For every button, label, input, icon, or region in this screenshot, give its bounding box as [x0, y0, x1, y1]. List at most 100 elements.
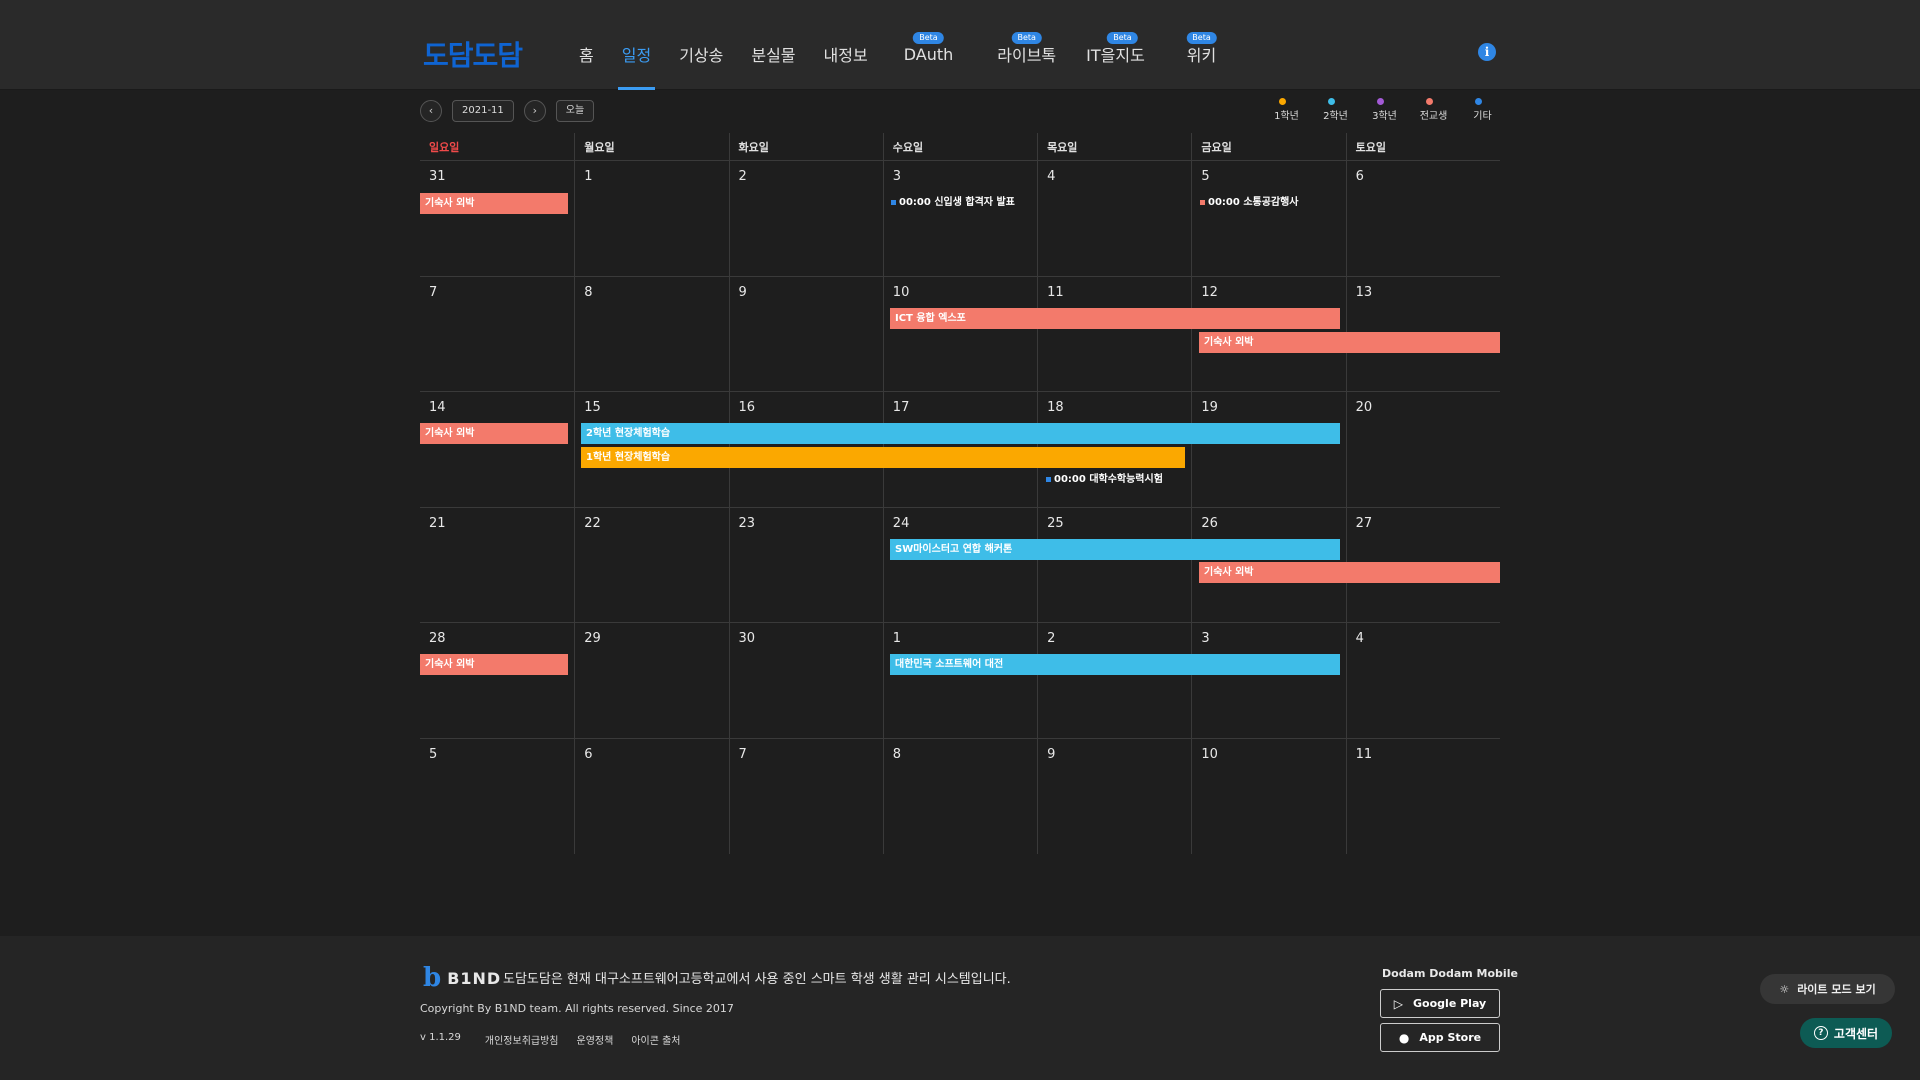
- light-mode-button[interactable]: ☼ 라이트 모드 보기: [1760, 974, 1895, 1004]
- event-item[interactable]: 00:00 소통공감행사: [1200, 196, 1299, 210]
- legend: 1학년 2학년 3학년 전교생 기타: [1262, 98, 1507, 122]
- event-bar[interactable]: SW마이스터고 연합 해커톤: [890, 538, 1340, 560]
- event-bar[interactable]: ICT 융합 엑스포: [890, 307, 1340, 329]
- nav-my-info[interactable]: 내정보: [810, 0, 882, 90]
- legend-dot: [1426, 98, 1433, 105]
- nav-live-talk[interactable]: Beta 라이브톡: [975, 0, 1078, 90]
- event-item[interactable]: 00:00 신입생 합격자 발표: [891, 196, 1015, 210]
- day-cell[interactable]: 11: [1345, 738, 1500, 854]
- event-bar[interactable]: 기숙사 외박: [420, 423, 568, 444]
- calendar-week: 21 22 23 24 25 26 27 SW마이스터고 연합 해커톤 기숙사 …: [420, 507, 1500, 623]
- legend-dot: [1279, 98, 1286, 105]
- weekday-label: 목요일: [1037, 133, 1191, 160]
- beta-badge: Beta: [1107, 32, 1138, 44]
- privacy-policy-link[interactable]: 개인정보취급방침: [485, 1032, 559, 1047]
- day-cell[interactable]: 3: [1191, 623, 1345, 738]
- day-cell[interactable]: 29: [574, 623, 728, 738]
- logo[interactable]: 도담도담: [423, 34, 523, 74]
- nav-it-map[interactable]: Beta IT을지도: [1078, 0, 1167, 90]
- day-cell[interactable]: 4: [1345, 623, 1500, 738]
- event-bar[interactable]: 기숙사 외박: [420, 193, 568, 214]
- nav-schedule[interactable]: 일정: [608, 0, 665, 90]
- weekday-label: 월요일: [574, 133, 728, 160]
- event-bar[interactable]: 2학년 현장체험학습: [581, 423, 1340, 444]
- event-bar[interactable]: 기숙사 외박: [1199, 331, 1500, 353]
- top-navbar: 도담도담 홈 일정 기상송 분실물 내정보 Beta DAuth Beta 라이브톡…: [0, 0, 1920, 90]
- icon-credits-link[interactable]: 아이콘 출처: [631, 1032, 680, 1047]
- nav-home[interactable]: 홈: [565, 0, 608, 90]
- day-cell[interactable]: 7: [728, 738, 883, 854]
- today-button[interactable]: 오늘: [555, 100, 595, 122]
- day-cell[interactable]: 19: [1191, 392, 1345, 507]
- day-cell[interactable]: 5: [420, 739, 574, 855]
- help-center-button[interactable]: ? 고객센터: [1800, 1018, 1892, 1048]
- month-display[interactable]: 2021-11: [452, 100, 514, 122]
- day-cell[interactable]: 22: [574, 507, 728, 622]
- day-cell[interactable]: 7: [420, 277, 574, 392]
- day-cell[interactable]: 2: [1037, 623, 1191, 738]
- day-cell[interactable]: 6: [574, 738, 728, 854]
- weekday-label: 금요일: [1191, 133, 1345, 160]
- copyright: Copyright By B1ND team. All rights reser…: [420, 1002, 734, 1015]
- day-cell[interactable]: 25: [1037, 507, 1191, 622]
- event-bar[interactable]: 기숙사 외박: [1199, 561, 1500, 583]
- day-cell[interactable]: 2: [728, 161, 883, 276]
- calendar-week: 5 6 7 8 9 10 11: [420, 738, 1500, 855]
- event-item[interactable]: 00:00 대학수학능력시험: [1046, 473, 1163, 487]
- day-cell[interactable]: 3: [882, 161, 1037, 276]
- day-cell[interactable]: 5: [1191, 161, 1345, 276]
- day-cell[interactable]: 31: [420, 161, 574, 276]
- day-cell[interactable]: 20: [1345, 392, 1500, 507]
- day-cell[interactable]: 28: [420, 623, 574, 738]
- question-icon: ?: [1813, 1026, 1828, 1040]
- day-cell[interactable]: 23: [728, 507, 883, 622]
- next-month-button[interactable]: ›: [523, 100, 546, 122]
- terms-link[interactable]: 운영정책: [577, 1032, 614, 1047]
- nav-dauth[interactable]: Beta DAuth: [882, 0, 976, 90]
- day-cell[interactable]: 9: [728, 276, 883, 391]
- day-cell[interactable]: 10: [882, 276, 1037, 391]
- day-cell[interactable]: 21: [420, 508, 574, 623]
- main-nav: 홈 일정 기상송 분실물 내정보 Beta DAuth Beta 라이브톡 Beta…: [565, 0, 1236, 90]
- prev-month-button[interactable]: ‹: [420, 100, 442, 122]
- app-store-button[interactable]: ● App Store: [1380, 1023, 1500, 1052]
- day-cell[interactable]: 1: [882, 623, 1037, 738]
- event-bar[interactable]: 1학년 현장체험학습: [581, 447, 1185, 468]
- day-cell[interactable]: 24: [882, 507, 1037, 622]
- event-dot: [1200, 199, 1205, 205]
- day-cell[interactable]: 8: [574, 276, 728, 391]
- day-cell[interactable]: 10: [1191, 738, 1345, 854]
- weekday-label: 일요일: [429, 141, 460, 154]
- sun-icon: ☼: [1779, 982, 1790, 996]
- apple-icon: ●: [1398, 1030, 1410, 1045]
- info-icon[interactable]: i: [1478, 43, 1496, 61]
- day-cell[interactable]: 9: [1037, 738, 1191, 854]
- day-cell[interactable]: 8: [882, 738, 1037, 854]
- footer: b B1ND 도담도담은 현재 대구소프트웨어고등학교에서 사용 중인 스마트 …: [0, 936, 1920, 1080]
- day-cell[interactable]: 6: [1345, 161, 1500, 276]
- event-bar[interactable]: 기숙사 외박: [420, 654, 568, 675]
- calendar-week: 31 1 2 3 4 5 6 기숙사 외박 00:00 신입생 합격자 발표 0…: [420, 161, 1500, 277]
- calendar-week: 14 15 16 17 18 19 20 기숙사 외박 2학년 현장체험학습 1…: [420, 392, 1500, 508]
- weekday-label: 화요일: [728, 133, 883, 160]
- day-cell[interactable]: 30: [728, 623, 883, 738]
- nav-wiki[interactable]: Beta 위키: [1167, 0, 1236, 90]
- b1nd-icon: b: [423, 963, 442, 993]
- weekday-label: 토요일: [1345, 133, 1500, 160]
- b1nd-logo: b B1ND: [423, 963, 502, 993]
- legend-item: 전교생: [1409, 98, 1458, 122]
- event-dot: [1046, 476, 1051, 482]
- beta-badge: Beta: [1186, 32, 1217, 44]
- day-cell[interactable]: 1: [574, 161, 728, 276]
- day-cell[interactable]: 4: [1037, 161, 1191, 276]
- event-bar[interactable]: 대한민국 소프트웨어 대전: [890, 654, 1340, 675]
- nav-lost-found[interactable]: 분실물: [737, 0, 809, 90]
- event-dot: [891, 199, 896, 205]
- google-play-button[interactable]: ▷ Google Play: [1380, 989, 1500, 1018]
- legend-item: 3학년: [1360, 98, 1409, 122]
- day-cell[interactable]: 11: [1037, 276, 1191, 391]
- nav-wakeup-song[interactable]: 기상송: [665, 0, 737, 90]
- beta-badge: Beta: [1011, 32, 1042, 44]
- day-cell[interactable]: 14: [420, 392, 574, 507]
- calendar-week: 28 29 30 1 2 3 4 기숙사 외박 대한민국 소프트웨어 대전: [420, 623, 1500, 739]
